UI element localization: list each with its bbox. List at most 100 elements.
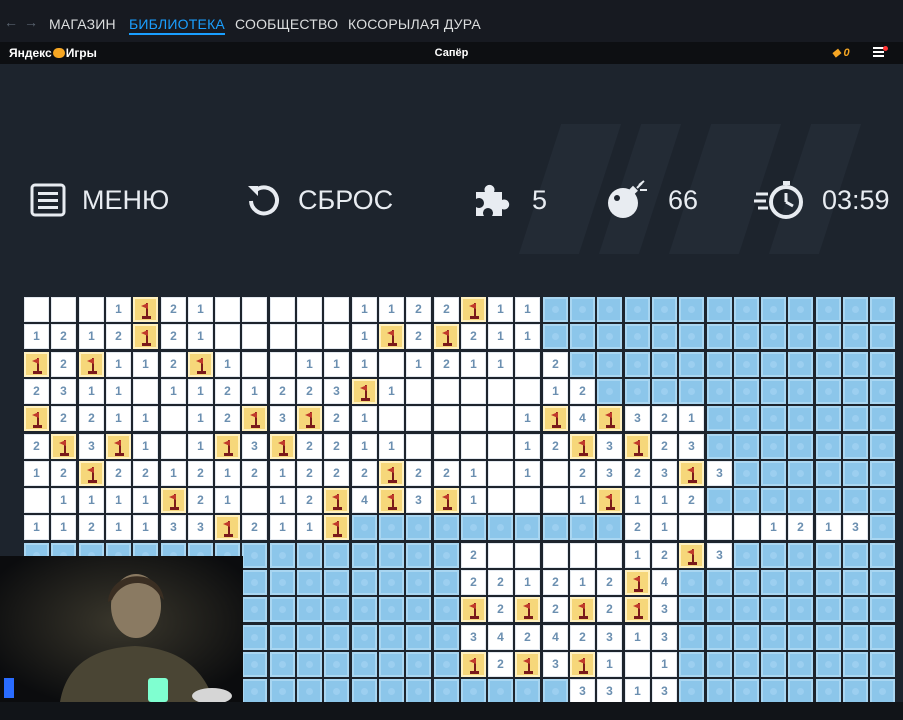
opened-cell[interactable] bbox=[242, 297, 267, 322]
number-cell[interactable]: 2 bbox=[133, 461, 158, 486]
number-cell[interactable]: 1 bbox=[133, 515, 158, 540]
opened-cell[interactable] bbox=[461, 406, 486, 431]
unopened-cell[interactable] bbox=[406, 597, 431, 622]
unopened-cell[interactable] bbox=[734, 406, 759, 431]
number-cell[interactable]: 1 bbox=[24, 515, 49, 540]
unopened-cell[interactable] bbox=[816, 597, 841, 622]
number-cell[interactable]: 3 bbox=[51, 379, 76, 404]
unopened-cell[interactable] bbox=[324, 625, 349, 650]
unopened-cell[interactable] bbox=[406, 679, 431, 704]
number-cell[interactable]: 1 bbox=[24, 324, 49, 349]
opened-cell[interactable] bbox=[488, 379, 513, 404]
number-cell[interactable]: 2 bbox=[488, 570, 513, 595]
unopened-cell[interactable] bbox=[352, 597, 377, 622]
opened-cell[interactable] bbox=[324, 324, 349, 349]
hints-counter[interactable]: 5 bbox=[472, 180, 547, 220]
opened-cell[interactable] bbox=[461, 434, 486, 459]
number-cell[interactable]: 4 bbox=[543, 625, 568, 650]
unopened-cell[interactable] bbox=[788, 625, 813, 650]
opened-cell[interactable] bbox=[461, 379, 486, 404]
flag-icon[interactable] bbox=[297, 406, 322, 431]
number-cell[interactable]: 3 bbox=[707, 543, 732, 568]
unopened-cell[interactable] bbox=[843, 625, 868, 650]
unopened-cell[interactable] bbox=[324, 570, 349, 595]
number-cell[interactable]: 2 bbox=[79, 406, 104, 431]
unopened-cell[interactable] bbox=[816, 570, 841, 595]
opened-cell[interactable] bbox=[242, 488, 267, 513]
flag-icon[interactable] bbox=[625, 597, 650, 622]
number-cell[interactable]: 2 bbox=[543, 597, 568, 622]
opened-cell[interactable] bbox=[24, 297, 49, 322]
unopened-cell[interactable] bbox=[379, 515, 404, 540]
number-cell[interactable]: 1 bbox=[106, 352, 131, 377]
unopened-cell[interactable] bbox=[870, 652, 895, 677]
unopened-cell[interactable] bbox=[816, 679, 841, 704]
number-cell[interactable]: 2 bbox=[515, 625, 540, 650]
opened-cell[interactable] bbox=[161, 434, 186, 459]
opened-cell[interactable] bbox=[215, 297, 240, 322]
flag-icon[interactable] bbox=[24, 406, 49, 431]
opened-cell[interactable] bbox=[488, 488, 513, 513]
number-cell[interactable]: 1 bbox=[106, 379, 131, 404]
unopened-cell[interactable] bbox=[242, 597, 267, 622]
unopened-cell[interactable] bbox=[707, 488, 732, 513]
unopened-cell[interactable] bbox=[242, 543, 267, 568]
opened-cell[interactable] bbox=[515, 543, 540, 568]
unopened-cell[interactable] bbox=[816, 406, 841, 431]
opened-cell[interactable] bbox=[51, 297, 76, 322]
flag-icon[interactable] bbox=[379, 488, 404, 513]
unopened-cell[interactable] bbox=[734, 379, 759, 404]
unopened-cell[interactable] bbox=[270, 652, 295, 677]
flag-icon[interactable] bbox=[24, 352, 49, 377]
unopened-cell[interactable] bbox=[734, 488, 759, 513]
number-cell[interactable]: 4 bbox=[488, 625, 513, 650]
number-cell[interactable]: 1 bbox=[652, 515, 677, 540]
flag-icon[interactable] bbox=[625, 570, 650, 595]
flag-icon[interactable] bbox=[352, 379, 377, 404]
flag-icon[interactable] bbox=[106, 434, 131, 459]
unopened-cell[interactable] bbox=[242, 570, 267, 595]
opened-cell[interactable] bbox=[406, 406, 431, 431]
number-cell[interactable]: 2 bbox=[106, 461, 131, 486]
unopened-cell[interactable] bbox=[434, 543, 459, 568]
number-cell[interactable]: 1 bbox=[625, 543, 650, 568]
number-cell[interactable]: 2 bbox=[24, 379, 49, 404]
unopened-cell[interactable] bbox=[788, 679, 813, 704]
unopened-cell[interactable] bbox=[570, 515, 595, 540]
number-cell[interactable]: 1 bbox=[188, 297, 213, 322]
unopened-cell[interactable] bbox=[870, 297, 895, 322]
opened-cell[interactable] bbox=[434, 406, 459, 431]
number-cell[interactable]: 1 bbox=[133, 434, 158, 459]
flag-icon[interactable] bbox=[625, 434, 650, 459]
unopened-cell[interactable] bbox=[297, 625, 322, 650]
number-cell[interactable]: 1 bbox=[106, 406, 131, 431]
number-cell[interactable]: 2 bbox=[543, 352, 568, 377]
number-cell[interactable]: 2 bbox=[106, 324, 131, 349]
unopened-cell[interactable] bbox=[434, 570, 459, 595]
opened-cell[interactable] bbox=[406, 379, 431, 404]
number-cell[interactable]: 1 bbox=[625, 625, 650, 650]
unopened-cell[interactable] bbox=[734, 434, 759, 459]
unopened-cell[interactable] bbox=[352, 570, 377, 595]
unopened-cell[interactable] bbox=[242, 625, 267, 650]
number-cell[interactable]: 2 bbox=[788, 515, 813, 540]
flag-icon[interactable] bbox=[324, 515, 349, 540]
unopened-cell[interactable] bbox=[679, 379, 704, 404]
number-cell[interactable]: 2 bbox=[161, 352, 186, 377]
unopened-cell[interactable] bbox=[761, 379, 786, 404]
number-cell[interactable]: 3 bbox=[597, 434, 622, 459]
unopened-cell[interactable] bbox=[270, 570, 295, 595]
number-cell[interactable]: 2 bbox=[652, 406, 677, 431]
number-cell[interactable]: 2 bbox=[270, 379, 295, 404]
unopened-cell[interactable] bbox=[816, 488, 841, 513]
unopened-cell[interactable] bbox=[707, 379, 732, 404]
unopened-cell[interactable] bbox=[324, 597, 349, 622]
opened-cell[interactable] bbox=[324, 297, 349, 322]
number-cell[interactable]: 2 bbox=[434, 461, 459, 486]
opened-cell[interactable] bbox=[24, 488, 49, 513]
number-cell[interactable]: 3 bbox=[161, 515, 186, 540]
unopened-cell[interactable] bbox=[597, 297, 622, 322]
number-cell[interactable]: 4 bbox=[652, 570, 677, 595]
opened-cell[interactable] bbox=[515, 488, 540, 513]
number-cell[interactable]: 2 bbox=[297, 434, 322, 459]
